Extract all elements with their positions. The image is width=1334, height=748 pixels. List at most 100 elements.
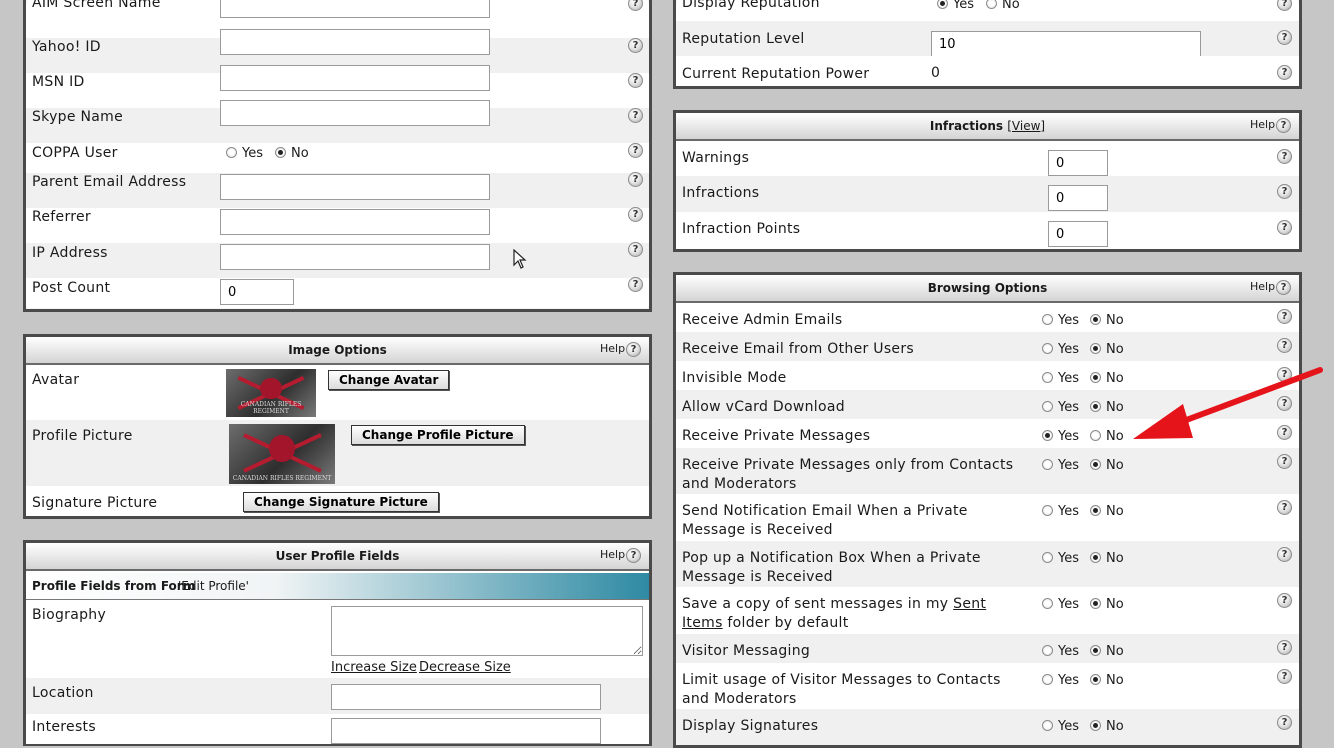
- option-no-radio[interactable]: [1090, 314, 1101, 325]
- interests-input[interactable]: [331, 718, 601, 744]
- help-icon[interactable]: ?: [1277, 547, 1292, 562]
- display-reputation-yes-radio[interactable]: [937, 0, 948, 9]
- help-icon[interactable]: ?: [626, 342, 641, 357]
- radio-label: No: [1106, 313, 1124, 328]
- option-no-radio[interactable]: [1090, 459, 1101, 470]
- image-options-panel: Image Options Help ? Avatar CANADIAN RIF…: [23, 334, 652, 519]
- aim-screen-name-input[interactable]: [220, 0, 490, 18]
- browsing-option-row: Limit usage of Visitor Messages to Conta…: [676, 663, 1299, 709]
- help-icon[interactable]: ?: [1277, 149, 1292, 164]
- option-no-radio[interactable]: [1090, 720, 1101, 731]
- option-label: Limit usage of Visitor Messages to Conta…: [682, 672, 1001, 707]
- option-yes-radio[interactable]: [1042, 720, 1053, 731]
- option-label: Invisible Mode: [682, 370, 787, 386]
- option-no-radio[interactable]: [1090, 343, 1101, 354]
- help-icon[interactable]: ?: [628, 73, 643, 88]
- help-icon[interactable]: ?: [628, 108, 643, 123]
- subheader-prefix: Profile Fields from Form: [32, 579, 196, 593]
- change-signature-picture-button[interactable]: Change Signature Picture: [243, 492, 439, 512]
- help-link[interactable]: Help: [1250, 118, 1275, 131]
- image-options-header: Image Options Help ?: [26, 337, 649, 365]
- help-icon[interactable]: ?: [628, 143, 643, 158]
- help-icon[interactable]: ?: [628, 0, 643, 11]
- help-link[interactable]: Help: [600, 342, 625, 355]
- mouse-cursor-icon: [513, 249, 527, 269]
- warnings-input[interactable]: [1048, 150, 1108, 176]
- sent-items-link[interactable]: Sent: [953, 596, 986, 612]
- radio-label: No: [1106, 458, 1124, 473]
- option-yes-radio[interactable]: [1042, 645, 1053, 656]
- post-count-input[interactable]: [220, 279, 294, 305]
- option-yes-radio[interactable]: [1042, 372, 1053, 383]
- help-icon[interactable]: ?: [1277, 454, 1292, 469]
- option-no-radio[interactable]: [1090, 674, 1101, 685]
- help-icon[interactable]: ?: [1276, 280, 1291, 295]
- radio-label: No: [1106, 342, 1124, 357]
- option-yes-radio[interactable]: [1042, 598, 1053, 609]
- help-icon[interactable]: ?: [1277, 30, 1292, 45]
- biography-textarea[interactable]: [331, 606, 643, 656]
- option-no-radio[interactable]: [1090, 430, 1101, 441]
- help-icon[interactable]: ?: [1277, 338, 1292, 353]
- option-no-radio[interactable]: [1090, 401, 1101, 412]
- help-link[interactable]: Help: [1250, 280, 1275, 293]
- reputation-panel: Display Reputation Yes No ? Reputation L…: [673, 0, 1302, 89]
- option-yes-radio[interactable]: [1042, 505, 1053, 516]
- help-icon[interactable]: ?: [1277, 309, 1292, 324]
- help-icon[interactable]: ?: [628, 38, 643, 53]
- help-icon[interactable]: ?: [628, 207, 643, 222]
- option-no-radio[interactable]: [1090, 645, 1101, 656]
- help-icon[interactable]: ?: [1276, 118, 1291, 133]
- infraction-points-input[interactable]: [1048, 221, 1108, 247]
- help-icon[interactable]: ?: [1277, 0, 1292, 11]
- option-yes-radio[interactable]: [1042, 459, 1053, 470]
- reputation-power-value: 0: [931, 65, 940, 81]
- option-no-radio[interactable]: [1090, 505, 1101, 516]
- infractions-input[interactable]: [1048, 185, 1108, 211]
- decrease-size-link[interactable]: Decrease Size: [419, 660, 511, 675]
- change-avatar-button[interactable]: Change Avatar: [328, 370, 450, 390]
- ip-address-input[interactable]: [220, 244, 490, 270]
- coppa-no-radio[interactable]: [275, 147, 286, 158]
- option-yes-radio[interactable]: [1042, 674, 1053, 685]
- option-label: Pop up a Notification Box When a Private…: [682, 550, 981, 585]
- red-arrow-annotation-icon: [1133, 367, 1323, 439]
- option-yes-radio[interactable]: [1042, 314, 1053, 325]
- option-no-radio[interactable]: [1090, 552, 1101, 563]
- referrer-input[interactable]: [220, 209, 490, 235]
- help-icon[interactable]: ?: [1277, 500, 1292, 515]
- sent-items-link[interactable]: Items: [682, 615, 723, 631]
- help-icon[interactable]: ?: [1277, 184, 1292, 199]
- help-icon[interactable]: ?: [1277, 715, 1292, 730]
- help-icon[interactable]: ?: [1277, 640, 1292, 655]
- option-yes-radio[interactable]: [1042, 430, 1053, 441]
- infractions-view-link[interactable]: [View]: [1007, 119, 1045, 133]
- skype-name-input[interactable]: [220, 100, 490, 126]
- msn-id-input[interactable]: [220, 65, 490, 91]
- increase-size-link[interactable]: Increase Size: [331, 660, 417, 675]
- radio-label: No: [1002, 0, 1020, 12]
- help-icon[interactable]: ?: [628, 172, 643, 187]
- option-yes-radio[interactable]: [1042, 343, 1053, 354]
- help-icon[interactable]: ?: [1277, 65, 1292, 80]
- help-icon[interactable]: ?: [626, 548, 641, 563]
- option-no-radio[interactable]: [1090, 372, 1101, 383]
- help-icon[interactable]: ?: [1277, 669, 1292, 684]
- option-no-radio[interactable]: [1090, 598, 1101, 609]
- option-yes-radio[interactable]: [1042, 552, 1053, 563]
- help-link[interactable]: Help: [600, 548, 625, 561]
- parent-email-input[interactable]: [220, 174, 490, 200]
- help-icon[interactable]: ?: [628, 242, 643, 257]
- change-profile-picture-button[interactable]: Change Profile Picture: [351, 425, 525, 445]
- display-reputation-no-radio[interactable]: [986, 0, 997, 9]
- help-icon[interactable]: ?: [1277, 220, 1292, 235]
- help-icon[interactable]: ?: [628, 277, 643, 292]
- yahoo-id-input[interactable]: [220, 29, 490, 55]
- form-row-skype: Skype Name ?: [26, 100, 649, 143]
- coppa-yes-radio[interactable]: [226, 147, 237, 158]
- option-yes-radio[interactable]: [1042, 401, 1053, 412]
- reputation-level-input[interactable]: [931, 31, 1201, 57]
- location-input[interactable]: [331, 684, 601, 710]
- help-icon[interactable]: ?: [1277, 593, 1292, 608]
- display-reputation-row: Display Reputation Yes No ?: [676, 0, 1299, 21]
